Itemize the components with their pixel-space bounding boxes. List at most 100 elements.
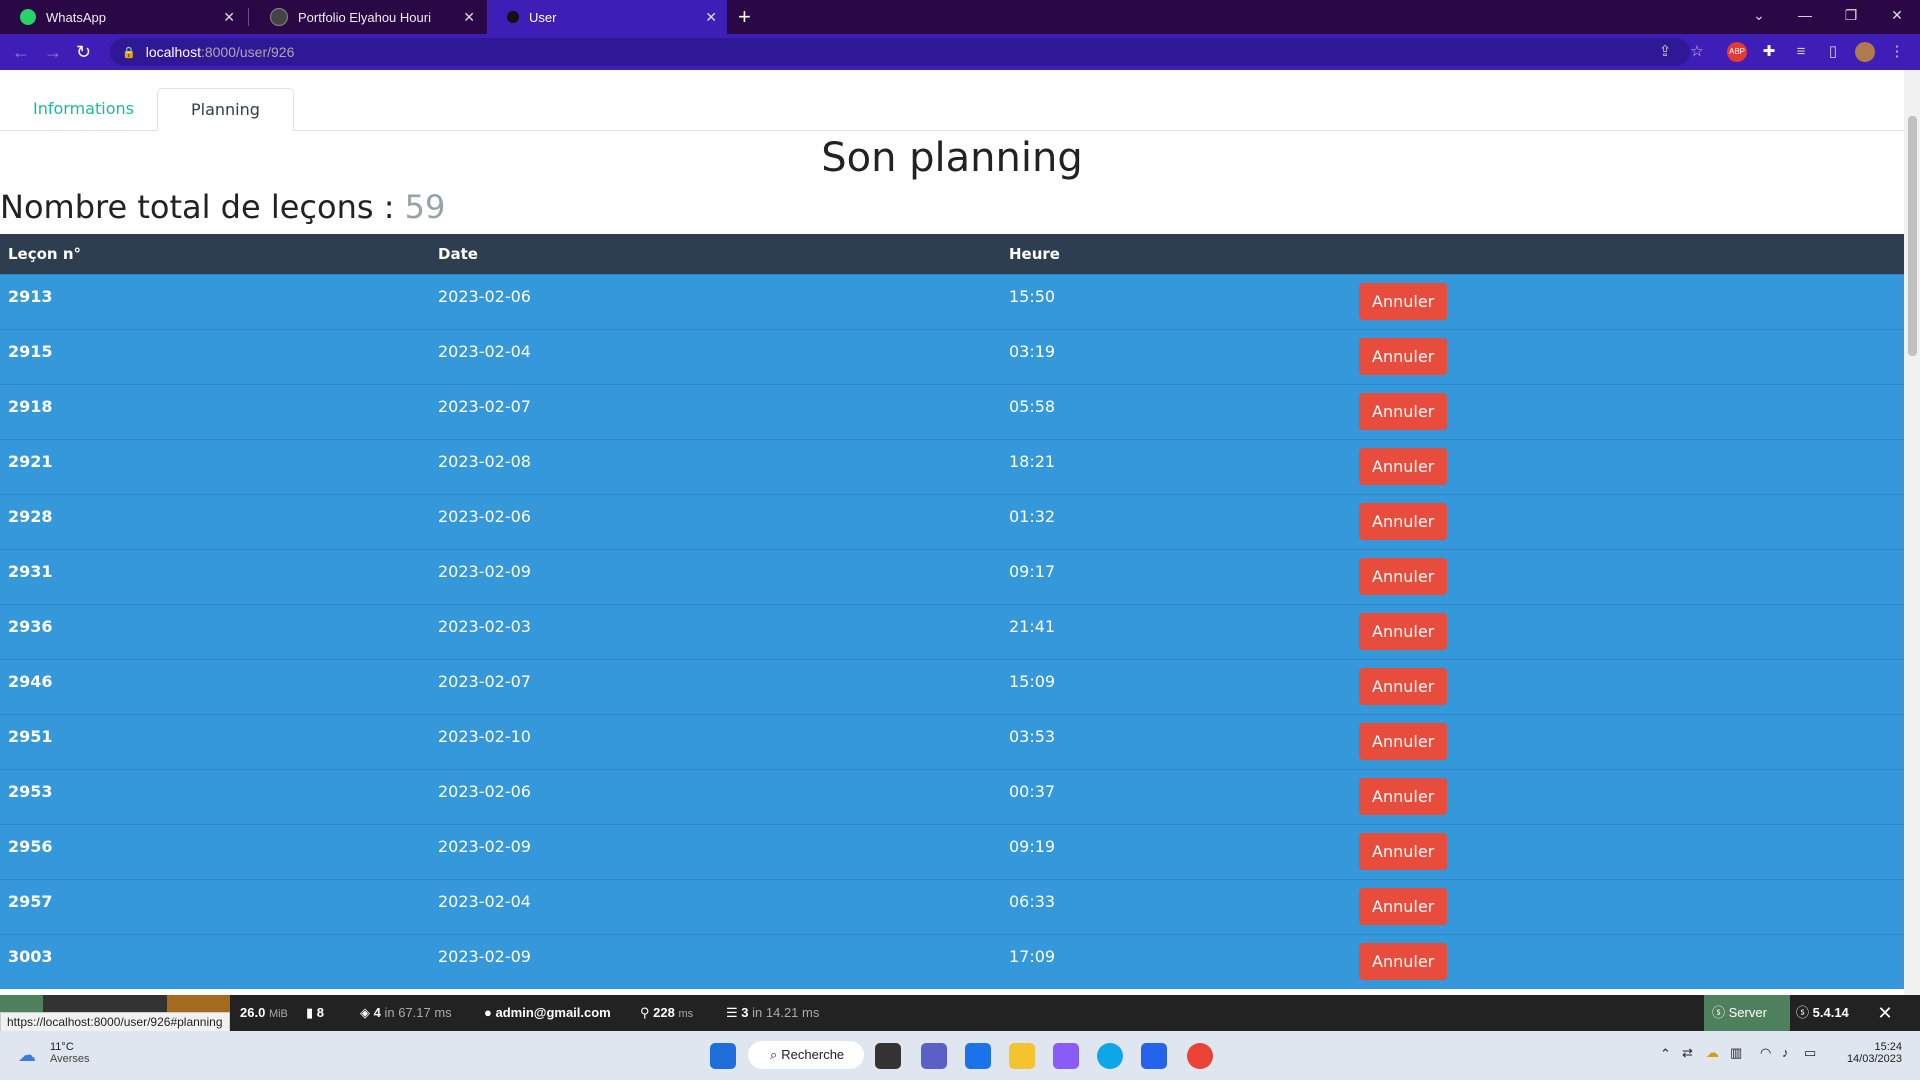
menu-icon[interactable]: ⋮ [1887,42,1907,62]
share-icon[interactable]: ⇪ [1655,42,1675,62]
avatar[interactable] [1855,42,1875,62]
page-scrollbar[interactable] [1904,70,1920,995]
teams-icon[interactable] [921,1043,947,1069]
side-panel-icon[interactable]: ▯ [1823,42,1843,62]
mail-icon[interactable] [965,1043,991,1069]
column-header-actions [1351,234,1904,274]
lesson-id: 2957 [8,891,53,911]
network-adapter-icon[interactable]: ⇄ [1682,1045,1693,1061]
doctrine-item[interactable]: ◈ 4 in 67.17 ms [360,995,452,1031]
tab-informations[interactable]: Informations [0,88,167,130]
cancel-button[interactable]: Annuler [1359,447,1448,485]
lesson-id: 2928 [8,506,53,526]
actions-cell: Annuler [1351,824,1904,879]
extensions-icon[interactable]: ✚ [1759,42,1779,62]
logs-item[interactable]: ▮ 8 [306,995,324,1031]
wifi-icon[interactable]: ◠ [1760,1045,1771,1061]
chevron-down-icon[interactable]: ⌄ [1736,0,1782,30]
lesson-date: 2023-02-09 [438,561,531,581]
lesson-time: 06:33 [1009,891,1056,911]
lock-icon: 🔒 [122,46,136,59]
close-icon[interactable]: ✕ [705,9,717,26]
task-view-icon[interactable] [875,1043,901,1069]
memory-item[interactable]: 26.0 MiB [240,995,288,1031]
scrollbar-thumb[interactable] [1908,116,1917,356]
time-item[interactable]: ⚲ 228 ms [640,995,693,1031]
reload-icon[interactable]: ↻ [76,42,91,63]
meter-icon[interactable]: ▥ [1730,1045,1742,1061]
address-bar[interactable]: 🔒 localhost:8000/user/926 [110,38,1690,66]
cancel-button[interactable]: Annuler [1359,887,1448,925]
battery-icon[interactable]: ▭ [1804,1045,1816,1061]
tab-planning[interactable]: Planning [157,88,294,131]
database-icon: ◈ [360,1005,370,1020]
cancel-button[interactable]: Annuler [1359,722,1448,760]
onedrive-icon[interactable]: ☁ [1706,1045,1719,1061]
store-icon[interactable] [1141,1043,1167,1069]
planning-table: Leçon n° Date Heure 2913 2023-02-06 15:50 A… [0,234,1904,989]
security-item[interactable]: ● admin@gmail.com [484,995,611,1031]
new-tab-icon[interactable]: + [738,4,751,30]
close-icon[interactable]: ✕ [223,9,235,26]
memory-unit: MiB [268,1008,288,1020]
cancel-button[interactable]: Annuler [1359,667,1448,705]
close-icon[interactable]: ✕ [463,9,475,26]
tab-title: Portfolio Elyahou Houri [298,9,431,25]
forward-icon[interactable]: → [44,42,62,63]
actions-cell: Annuler [1351,714,1904,769]
table-row: 2957 2023-02-04 06:33 Annuler [0,879,1904,934]
browser-tab-whatsapp[interactable]: WhatsApp ✕ [0,0,245,34]
edge-icon[interactable] [1097,1043,1123,1069]
cancel-button[interactable]: Annuler [1359,282,1448,320]
search-box[interactable]: ⌕ Recherche [748,1041,864,1069]
back-icon[interactable]: ← [12,42,30,63]
chrome-icon[interactable] [1187,1043,1213,1069]
actions-cell: Annuler [1351,659,1904,714]
chevron-up-icon[interactable]: ⌃ [1660,1046,1671,1062]
browser-tab-user[interactable]: User ✕ [487,0,727,34]
weather-icon[interactable]: ☁ [18,1045,36,1066]
total-lessons-value: 59 [404,188,446,226]
restore-icon[interactable]: ❐ [1828,0,1874,30]
server-item[interactable]: ⓢ Server [1704,995,1790,1031]
lesson-time: 03:19 [1009,341,1056,361]
cancel-button[interactable]: Annuler [1359,392,1448,430]
reading-list-icon[interactable]: ≡ [1791,42,1811,62]
lesson-id: 2936 [8,616,53,636]
minimize-icon[interactable]: — [1782,0,1828,30]
lesson-time: 15:09 [1009,671,1056,691]
column-header-date: Date [438,244,478,263]
weather-widget[interactable]: 11°C Averses [50,1041,90,1065]
close-window-icon[interactable]: ✕ [1874,0,1920,30]
status-url: https://localhost:8000/user/926#planning [0,1012,230,1032]
table-row: 2931 2023-02-09 09:17 Annuler [0,549,1904,604]
actions-cell: Annuler [1351,384,1904,439]
cancel-button[interactable]: Annuler [1359,832,1448,870]
copilot-icon[interactable] [1053,1043,1079,1069]
cancel-button[interactable]: Annuler [1359,777,1448,815]
star-icon[interactable]: ☆ [1687,42,1707,62]
cancel-button[interactable]: Annuler [1359,337,1448,375]
actions-cell: Annuler [1351,494,1904,549]
volume-icon[interactable]: ♪ [1782,1045,1789,1060]
file-explorer-icon[interactable] [1009,1043,1035,1069]
symfony-version-item[interactable]: ⓢ 5.4.14 [1790,995,1849,1031]
cache-item[interactable]: ☰ 3 in 14.21 ms [726,995,819,1031]
cancel-button[interactable]: Annuler [1359,557,1448,595]
close-toolbar-icon[interactable]: ✕ [1870,995,1900,1031]
lesson-time: 18:21 [1009,451,1056,471]
clock[interactable]: 15:24 14/03/2023 [1836,1041,1902,1065]
server-label: Server [1728,1005,1767,1020]
total-lessons-label: Nombre total de leçons : [0,188,395,226]
cancel-button[interactable]: Annuler [1359,502,1448,540]
browser-tab-portfolio[interactable]: Portfolio Elyahou Houri ✕ [250,0,485,34]
user-icon: ● [484,1005,492,1020]
total-lessons: Nombre total de leçons : 59 [0,188,445,226]
cancel-button[interactable]: Annuler [1359,942,1448,980]
windows-start-icon[interactable] [710,1043,736,1069]
adblock-icon[interactable]: ABP [1727,42,1747,62]
lesson-id: 2921 [8,451,53,471]
cancel-button[interactable]: Annuler [1359,612,1448,650]
lesson-id: 3003 [8,946,53,966]
table-row: 2928 2023-02-06 01:32 Annuler [0,494,1904,549]
